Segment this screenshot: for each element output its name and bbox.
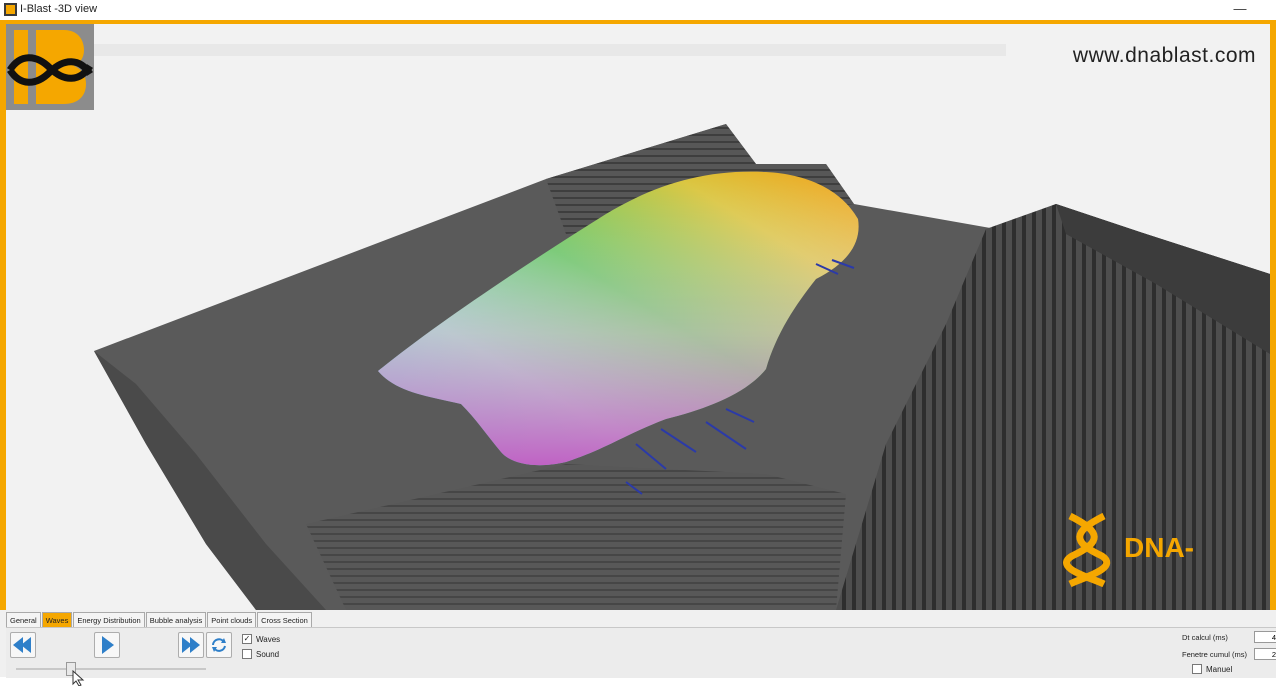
waves-panel: ✓ Waves Sound Dt calcul (ms) 4 Fenetre c… — [6, 627, 1276, 686]
app-icon — [4, 3, 17, 16]
manuel-checkbox-label: Manuel — [1206, 664, 1233, 674]
fast-forward-icon — [182, 637, 200, 653]
refresh-button[interactable] — [206, 632, 232, 658]
tab-bar: General Waves Energy Distribution Bubble… — [6, 612, 313, 627]
dna-helix-icon — [1063, 512, 1111, 588]
rewind-button[interactable] — [10, 632, 36, 658]
tab-general[interactable]: General — [6, 612, 41, 627]
waves-checkbox[interactable]: ✓ Waves — [242, 634, 280, 644]
website-watermark: www.dnablast.com — [1072, 44, 1256, 67]
rewind-icon — [13, 637, 31, 653]
mouse-cursor-icon — [72, 670, 85, 686]
refresh-icon — [212, 638, 226, 652]
window-title: I-Blast -3D view — [20, 3, 98, 15]
tab-cross-section[interactable]: Cross Section — [257, 612, 312, 627]
tab-bubble-analysis[interactable]: Bubble analysis — [145, 612, 207, 627]
dna-blast-logo: DNA- — [1062, 512, 1262, 590]
minimize-button[interactable]: — — [1232, 1, 1248, 16]
manuel-checkbox[interactable]: Manuel — [1192, 664, 1232, 674]
fenetre-cumul-label: Fenetre cumul (ms) — [1182, 650, 1248, 659]
play-icon — [102, 636, 114, 654]
tab-point-clouds[interactable]: Point clouds — [207, 612, 257, 627]
waves-checkbox-box[interactable]: ✓ — [242, 634, 252, 644]
dt-calcul-label: Dt calcul (ms) — [1182, 633, 1228, 642]
sound-checkbox-box[interactable] — [242, 649, 252, 659]
tab-energy-distribution[interactable]: Energy Distribution — [73, 612, 145, 627]
viewport-frame: www.dnablast.com DNA- — [0, 20, 1276, 626]
3d-viewport[interactable]: www.dnablast.com DNA- — [6, 24, 1270, 610]
sound-checkbox-label: Sound — [256, 649, 280, 659]
fast-forward-button[interactable] — [178, 632, 204, 658]
sound-checkbox[interactable]: Sound — [242, 649, 279, 659]
tab-waves[interactable]: Waves — [41, 612, 73, 627]
dna-logo-text: DNA- — [1124, 532, 1194, 563]
dt-calcul-input[interactable]: 4 — [1254, 631, 1276, 643]
waves-checkbox-label: Waves — [256, 634, 281, 644]
play-button[interactable] — [94, 632, 120, 658]
title-bar: I-Blast -3D view — — [0, 0, 1276, 21]
manuel-checkbox-box[interactable] — [1192, 664, 1202, 674]
bottom-panel: General Waves Energy Distribution Bubble… — [0, 610, 1276, 686]
time-slider[interactable] — [16, 668, 206, 670]
ib-logo — [6, 24, 94, 110]
fenetre-cumul-input[interactable]: 2 — [1254, 648, 1276, 660]
